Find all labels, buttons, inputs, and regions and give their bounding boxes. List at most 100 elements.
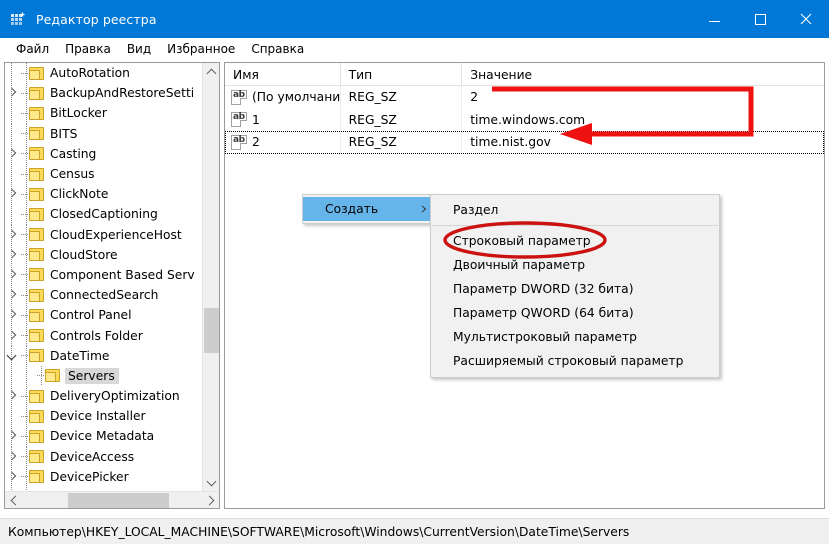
chevron-right-icon[interactable] bbox=[5, 144, 20, 164]
context-menu-item[interactable]: Параметр DWORD (32 бита) bbox=[431, 277, 719, 301]
maximize-button[interactable] bbox=[737, 0, 783, 38]
title-bar-left: Редактор реестра bbox=[10, 0, 157, 38]
menu-bar: Файл Правка Вид Избранное Справка bbox=[0, 38, 829, 60]
column-header-type[interactable]: Тип bbox=[341, 63, 463, 86]
scroll-left-icon[interactable] bbox=[5, 492, 22, 508]
tree-node[interactable]: ClickNote bbox=[5, 184, 204, 205]
table-row[interactable]: ab (По умолчанию) REG_SZ 2 bbox=[225, 86, 824, 109]
registry-editor-icon bbox=[10, 11, 27, 28]
tree-node[interactable]: DeliveryOptimization bbox=[5, 386, 204, 407]
table-row[interactable]: ab 1 REG_SZ time.windows.com bbox=[225, 108, 824, 131]
tree-node[interactable]: Census bbox=[5, 163, 204, 185]
column-header-value[interactable]: Значение bbox=[462, 63, 824, 86]
tree-vscroll-thumb[interactable] bbox=[204, 308, 219, 353]
tree-vertical-scrollbar[interactable] bbox=[202, 63, 219, 491]
value-data-label: time.windows.com bbox=[470, 112, 586, 127]
folder-icon bbox=[29, 228, 45, 242]
tree-node[interactable]: Control Panel bbox=[5, 305, 204, 326]
chevron-right-icon[interactable] bbox=[5, 285, 20, 305]
tree-hscroll-thumb[interactable] bbox=[68, 493, 169, 508]
tree-node[interactable]: BitLocker bbox=[5, 103, 204, 124]
string-value-icon: ab bbox=[231, 134, 247, 150]
chevron-right-icon[interactable] bbox=[5, 184, 20, 204]
scroll-down-icon[interactable] bbox=[203, 474, 219, 491]
chevron-down-icon[interactable] bbox=[5, 346, 20, 366]
chevron-right-icon[interactable] bbox=[5, 326, 20, 346]
tree-node[interactable]: Servers bbox=[5, 365, 204, 386]
tree-node[interactable]: Device Metadata bbox=[5, 426, 204, 447]
tree-node[interactable]: DeviceAccess bbox=[5, 446, 204, 467]
menu-favorites[interactable]: Избранное bbox=[159, 40, 243, 58]
cell-name: ab 1 bbox=[225, 108, 341, 131]
tree-connector bbox=[20, 204, 29, 224]
folder-icon bbox=[29, 127, 45, 141]
tree-node[interactable]: CloudStore bbox=[5, 244, 204, 265]
menu-help[interactable]: Справка bbox=[243, 40, 312, 58]
menu-edit[interactable]: Правка bbox=[57, 40, 119, 58]
folder-icon bbox=[29, 308, 45, 322]
table-row[interactable]: ab 2 REG_SZ time.nist.gov bbox=[225, 131, 824, 154]
tree-node[interactable]: BackupAndRestoreSetti bbox=[5, 83, 204, 104]
tree-connector bbox=[20, 63, 29, 83]
minimize-button[interactable] bbox=[691, 0, 737, 38]
chevron-right-icon[interactable] bbox=[5, 386, 20, 406]
context-menu-item[interactable]: Параметр QWORD (64 бита) bbox=[431, 301, 719, 325]
tree-node[interactable]: ConnectedSearch bbox=[5, 285, 204, 306]
registry-editor-window: Редактор реестра Файл Правка Вид Избранн… bbox=[0, 0, 829, 544]
tree-node-label: Servers bbox=[65, 367, 119, 384]
chevron-right-icon[interactable] bbox=[5, 265, 20, 285]
chevron-right-icon[interactable] bbox=[5, 83, 20, 103]
registry-tree[interactable]: AutoRotation BackupAndRestoreSetti BitLock… bbox=[5, 63, 204, 491]
tree-node-label: DeviceAccess bbox=[50, 449, 135, 464]
context-menu-item[interactable]: Строковый параметр bbox=[431, 229, 719, 253]
context-menu-item[interactable]: Расширяемый строковый параметр bbox=[431, 349, 719, 373]
column-header-name[interactable]: Имя bbox=[225, 63, 341, 86]
cell-value: time.nist.gov bbox=[462, 131, 824, 154]
context-menu-parent: Создать bbox=[302, 194, 438, 224]
chevron-right-icon[interactable] bbox=[5, 467, 20, 487]
tree-node[interactable]: DevicePicker bbox=[5, 466, 204, 487]
values-list[interactable]: ab (По умолчанию) REG_SZ 2 ab 1 REG_SZ time.win… bbox=[225, 86, 824, 154]
context-menu-item[interactable]: Мультистроковый параметр bbox=[431, 325, 719, 349]
context-menu-item-create[interactable]: Создать bbox=[303, 197, 437, 221]
chevron-right-icon[interactable] bbox=[5, 305, 20, 325]
tree-node-label: BackupAndRestoreSetti bbox=[50, 86, 195, 101]
chevron-right-icon[interactable] bbox=[5, 225, 20, 245]
folder-icon bbox=[29, 248, 45, 262]
folder-icon bbox=[29, 207, 45, 221]
tree-node-label: CloudExperienceHost bbox=[50, 227, 182, 242]
folder-icon bbox=[29, 349, 45, 363]
tree-node[interactable]: DateTime bbox=[5, 345, 204, 366]
chevron-right-icon[interactable] bbox=[5, 447, 20, 467]
tree-connector bbox=[20, 406, 29, 426]
tree-node-label: Device Metadata bbox=[50, 429, 155, 444]
tree-node-label: ConnectedSearch bbox=[50, 288, 159, 303]
scroll-up-icon[interactable] bbox=[203, 63, 219, 80]
tree-node[interactable]: Device Installer bbox=[5, 406, 204, 427]
scroll-right-icon[interactable] bbox=[202, 492, 219, 508]
chevron-right-icon[interactable] bbox=[5, 245, 20, 265]
tree-node[interactable]: Controls Folder bbox=[5, 325, 204, 346]
tree-node[interactable]: BITS bbox=[5, 123, 204, 144]
context-menu-item[interactable]: Раздел bbox=[431, 198, 719, 222]
folder-icon bbox=[29, 106, 45, 120]
folder-icon bbox=[29, 268, 45, 282]
context-menu-item[interactable]: Двоичный параметр bbox=[431, 253, 719, 277]
tree-node[interactable]: CloudExperienceHost bbox=[5, 224, 204, 245]
folder-icon bbox=[29, 288, 45, 302]
tree-node[interactable]: Component Based Serv bbox=[5, 264, 204, 286]
tree-node[interactable]: Casting bbox=[5, 143, 204, 164]
folder-icon bbox=[29, 66, 45, 80]
tree-horizontal-scrollbar[interactable] bbox=[5, 491, 219, 508]
menu-file[interactable]: Файл bbox=[8, 40, 57, 58]
value-type-label: REG_SZ bbox=[348, 112, 397, 127]
tree-node[interactable]: AutoRotation bbox=[5, 63, 204, 84]
context-menu-item-label: Мультистроковый параметр bbox=[453, 330, 637, 344]
close-button[interactable] bbox=[783, 0, 829, 38]
context-menu-item-label: Двоичный параметр bbox=[453, 258, 586, 272]
menu-view[interactable]: Вид bbox=[119, 40, 159, 58]
tree-node[interactable]: ClosedCaptioning bbox=[5, 204, 204, 225]
chevron-right-icon[interactable] bbox=[5, 426, 20, 446]
